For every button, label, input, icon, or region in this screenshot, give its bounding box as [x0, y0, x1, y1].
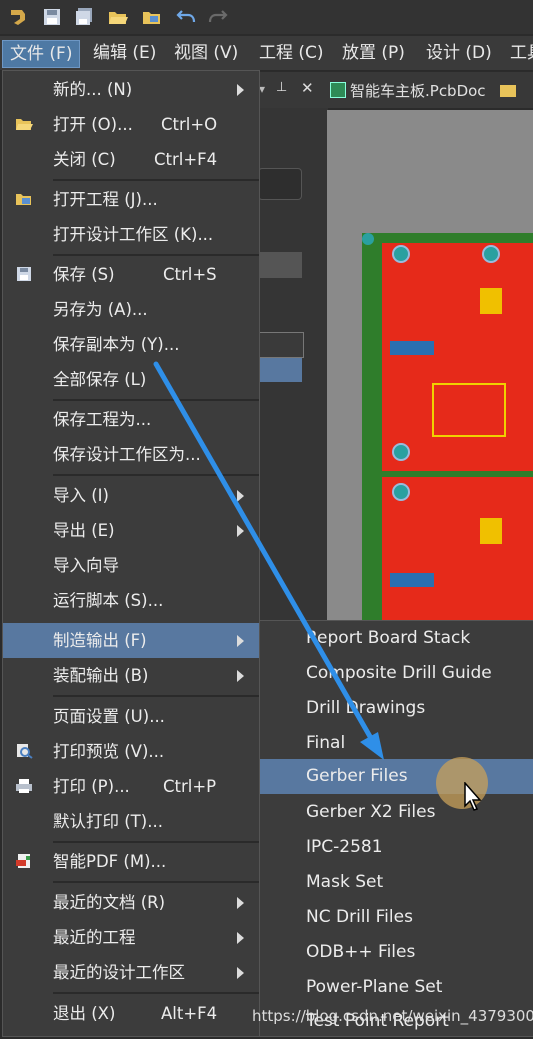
mouse-pointer-icon	[464, 782, 482, 811]
annotation-arrow	[153, 361, 384, 760]
annotation-arrow-head	[360, 732, 384, 760]
annotation-arrow-line	[153, 361, 375, 743]
watermark-text: https://blog.csdn.net/weixin_43793007	[252, 1007, 533, 1025]
